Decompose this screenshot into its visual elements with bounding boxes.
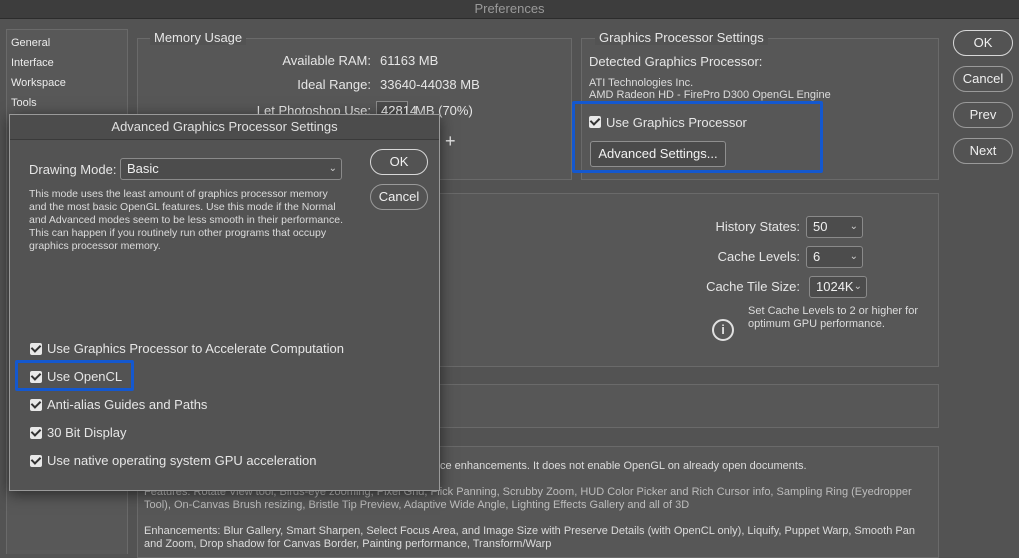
cache-levels-note: Set Cache Levels to 2 or higher for opti… bbox=[748, 305, 918, 330]
cache-levels-label: Cache Levels: bbox=[717, 249, 800, 264]
prev-button[interactable]: Prev bbox=[953, 102, 1013, 128]
detected-gpu-label: Detected Graphics Processor: bbox=[589, 54, 763, 69]
anti-alias-checkbox[interactable] bbox=[30, 399, 42, 411]
dialog-title: Advanced Graphics Processor Settings bbox=[10, 115, 439, 140]
memory-usage-title: Memory Usage bbox=[150, 30, 247, 45]
mode-description: This mode uses the least amount of graph… bbox=[29, 188, 344, 252]
cache-tile-size-value: 1024K bbox=[816, 279, 854, 294]
cache-levels-value: 6 bbox=[813, 249, 821, 264]
available-ram-value: 61163 MB bbox=[380, 53, 439, 68]
dialog-ok-button[interactable]: OK bbox=[370, 149, 428, 175]
cache-levels-select[interactable]: 6 ⌄ bbox=[806, 246, 863, 268]
history-states-label: History States: bbox=[715, 219, 800, 234]
window-title: Preferences bbox=[0, 0, 1019, 19]
drawing-mode-select[interactable]: Basic ⌄ bbox=[120, 158, 342, 180]
increase-memory-icon[interactable]: + bbox=[445, 131, 456, 152]
info-icon: i bbox=[712, 319, 734, 341]
dialog-cancel-button[interactable]: Cancel bbox=[370, 184, 428, 210]
30-bit-display-checkbox[interactable] bbox=[30, 427, 42, 439]
anti-alias-label: Anti-alias Guides and Paths bbox=[47, 397, 208, 412]
chevron-down-icon: ⌄ bbox=[849, 221, 858, 232]
cancel-button[interactable]: Cancel bbox=[953, 66, 1013, 92]
sidebar-item-general[interactable]: General bbox=[7, 33, 127, 53]
advanced-gpu-dialog: Advanced Graphics Processor Settings Dra… bbox=[9, 114, 440, 491]
30-bit-display-label: 30 Bit Display bbox=[47, 425, 127, 440]
gpu-highlight-box bbox=[572, 101, 823, 173]
native-gpu-acceleration-label: Use native operating system GPU accelera… bbox=[47, 453, 317, 468]
opencl-highlight-box bbox=[15, 360, 134, 391]
gpu-vendor: ATI Technologies Inc. bbox=[589, 77, 694, 89]
accelerate-computation-checkbox[interactable] bbox=[30, 343, 42, 355]
drawing-mode-value: Basic bbox=[127, 161, 159, 176]
sidebar-item-tools[interactable]: Tools bbox=[7, 93, 127, 113]
gpu-settings-title: Graphics Processor Settings bbox=[595, 30, 768, 45]
ideal-range-label: Ideal Range: bbox=[297, 77, 371, 92]
description-line: ce enhancements. It does not enable Open… bbox=[440, 460, 807, 472]
gpu-model: AMD Radeon HD - FirePro D300 OpenGL Engi… bbox=[589, 89, 831, 101]
history-states-value: 50 bbox=[813, 219, 828, 234]
chevron-down-icon: ⌄ bbox=[853, 281, 862, 292]
sidebar-item-interface[interactable]: Interface bbox=[7, 53, 127, 73]
available-ram-label: Available RAM: bbox=[282, 53, 371, 68]
native-gpu-acceleration-checkbox[interactable] bbox=[30, 455, 42, 467]
enhancements-text: Enhancements: Blur Gallery, Smart Sharpe… bbox=[144, 525, 915, 550]
sidebar-item-workspace[interactable]: Workspace bbox=[7, 73, 127, 93]
cache-tile-size-label: Cache Tile Size: bbox=[706, 279, 800, 294]
accelerate-computation-label: Use Graphics Processor to Accelerate Com… bbox=[47, 341, 344, 356]
next-button[interactable]: Next bbox=[953, 138, 1013, 164]
drawing-mode-label: Drawing Mode: bbox=[29, 162, 117, 177]
ideal-range-value: 33640-44038 MB bbox=[380, 77, 480, 92]
history-states-select[interactable]: 50 ⌄ bbox=[806, 216, 863, 238]
cache-tile-size-select[interactable]: 1024K ⌄ bbox=[809, 276, 867, 298]
chevron-down-icon: ⌄ bbox=[328, 163, 337, 174]
chevron-down-icon: ⌄ bbox=[849, 251, 858, 262]
ok-button[interactable]: OK bbox=[953, 30, 1013, 56]
